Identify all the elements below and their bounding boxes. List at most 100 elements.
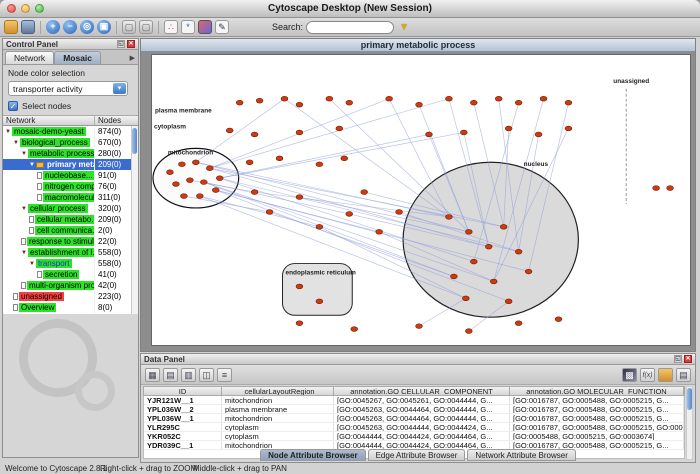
- tab-mosaic[interactable]: Mosaic: [54, 51, 101, 64]
- show-graphics-details-icon[interactable]: ▢: [122, 20, 136, 34]
- network-node[interactable]: [173, 182, 180, 187]
- network-column-header[interactable]: Network: [3, 116, 95, 125]
- network-node[interactable]: [212, 188, 219, 193]
- save-session-icon[interactable]: [21, 20, 35, 34]
- network-node[interactable]: [336, 126, 343, 131]
- table-row[interactable]: YPL036W__1mitochondrion[GO:0045263, GO:0…: [144, 414, 684, 423]
- network-node[interactable]: [326, 96, 333, 101]
- table-row[interactable]: YJR121W__1mitochondrion[GO:0045267, GO:0…: [144, 396, 684, 405]
- network-node[interactable]: [386, 96, 393, 101]
- network-node[interactable]: [500, 224, 507, 229]
- open-session-icon[interactable]: [4, 20, 18, 34]
- tree-row[interactable]: ▼mosaic-demo-yeast874(0): [3, 126, 138, 137]
- filter-funnel-icon[interactable]: ▼: [397, 22, 411, 33]
- network-node[interactable]: [416, 324, 423, 329]
- float-panel-icon[interactable]: ◱: [674, 355, 682, 363]
- zoom-window-button[interactable]: [35, 4, 44, 13]
- network-node[interactable]: [200, 180, 207, 185]
- network-node[interactable]: [485, 244, 492, 249]
- close-button[interactable]: [7, 4, 16, 13]
- tree-row[interactable]: secretion41(0): [3, 269, 138, 280]
- network-node[interactable]: [226, 128, 233, 133]
- network-node[interactable]: [180, 194, 187, 199]
- tree-row[interactable]: nucleobase...91(0): [3, 170, 138, 181]
- zoom-selected-icon[interactable]: ◎: [80, 20, 94, 34]
- tree-expand-icon[interactable]: ▼: [21, 206, 27, 212]
- unselect-attributes-icon[interactable]: ▤: [163, 368, 178, 382]
- network-canvas[interactable]: plasma membranecytoplasmmitochondrionnuc…: [151, 54, 691, 346]
- tab-edge-attribute-browser[interactable]: Edge Attribute Browser: [368, 449, 466, 461]
- tab-node-attribute-browser[interactable]: Node Attribute Browser: [260, 449, 366, 461]
- network-node[interactable]: [396, 210, 403, 215]
- network-node[interactable]: [266, 210, 273, 215]
- network-node[interactable]: [346, 100, 353, 105]
- tree-expand-icon[interactable]: ▼: [5, 129, 11, 135]
- tree-row[interactable]: ▼establishment of l...558(0): [3, 247, 138, 258]
- vizmapper-icon[interactable]: [198, 20, 212, 34]
- network-node[interactable]: [351, 327, 358, 332]
- network-node[interactable]: [565, 100, 572, 105]
- minimize-button[interactable]: [21, 4, 30, 13]
- delete-entry-icon[interactable]: ≡: [217, 368, 232, 382]
- tree-scrollbar-thumb[interactable]: [132, 128, 137, 154]
- network-node[interactable]: [525, 269, 532, 274]
- tree-expand-icon[interactable]: ▼: [21, 151, 27, 157]
- network-node[interactable]: [341, 156, 348, 161]
- network-node[interactable]: [256, 98, 263, 103]
- network-node[interactable]: [276, 156, 283, 161]
- network-node[interactable]: [179, 162, 186, 167]
- network-node[interactable]: [316, 162, 323, 167]
- tree-row[interactable]: cellular metabo...209(0): [3, 214, 138, 225]
- network-node[interactable]: [515, 321, 522, 326]
- network-node[interactable]: [192, 160, 199, 165]
- network-node[interactable]: [495, 96, 502, 101]
- network-node[interactable]: [246, 160, 253, 165]
- network-node[interactable]: [186, 178, 193, 183]
- network-node[interactable]: [206, 166, 213, 171]
- network-node[interactable]: [540, 96, 547, 101]
- hide-graphics-details-icon[interactable]: ▢: [139, 20, 153, 34]
- network-node[interactable]: [667, 186, 674, 191]
- network-node[interactable]: [465, 329, 472, 334]
- column-header[interactable]: ID: [144, 387, 222, 395]
- network-node[interactable]: [236, 100, 243, 105]
- close-panel-icon[interactable]: ✕: [127, 40, 135, 48]
- network-node[interactable]: [505, 126, 512, 131]
- tree-row[interactable]: ▼biological_process670(0): [3, 137, 138, 148]
- zoom-out-icon[interactable]: −: [63, 20, 77, 34]
- network-node[interactable]: [281, 96, 288, 101]
- network-node[interactable]: [296, 130, 303, 135]
- network-node[interactable]: [470, 100, 477, 105]
- apply-layout-icon[interactable]: *: [181, 20, 195, 34]
- network-node[interactable]: [470, 259, 477, 264]
- function-builder-icon[interactable]: f(x): [640, 368, 655, 382]
- search-input[interactable]: [306, 21, 394, 34]
- network-node[interactable]: [296, 102, 303, 107]
- annotation-icon[interactable]: ✎: [215, 20, 229, 34]
- network-node[interactable]: [316, 299, 323, 304]
- network-node[interactable]: [446, 96, 453, 101]
- new-network-icon[interactable]: ∴: [164, 20, 178, 34]
- network-edge[interactable]: [200, 196, 320, 227]
- tab-overflow-icon[interactable]: ▶: [130, 54, 138, 64]
- network-node[interactable]: [296, 195, 303, 200]
- select-nodes-checkbox[interactable]: ✓: [8, 101, 18, 111]
- table-row[interactable]: YLR295Ccytoplasm[GO:0045263, GO:0044444,…: [144, 423, 684, 432]
- table-row[interactable]: YPL036W__2plasma membrane[GO:0045263, GO…: [144, 405, 684, 414]
- tree-expand-icon[interactable]: ▼: [21, 250, 27, 256]
- paint-cells-icon[interactable]: ▩: [622, 368, 637, 382]
- network-node[interactable]: [450, 274, 457, 279]
- tree-row[interactable]: cell communica...2(0): [3, 225, 138, 236]
- tree-expand-icon[interactable]: ▼: [29, 162, 35, 168]
- network-node[interactable]: [416, 102, 423, 107]
- select-attributes-icon[interactable]: ▦: [145, 368, 160, 382]
- column-header[interactable]: annotation.GO MOLECULAR_FUNCTION: [510, 387, 684, 395]
- nodes-column-header[interactable]: Nodes: [95, 116, 138, 125]
- tree-row[interactable]: ▼transport558(0): [3, 258, 138, 269]
- tree-row[interactable]: ▼primary metab...209(0): [3, 159, 138, 170]
- column-header[interactable]: annotation.GO CELLULAR_COMPONENT: [334, 387, 510, 395]
- network-node[interactable]: [251, 132, 258, 137]
- column-header[interactable]: _cellularLayoutRegion: [222, 387, 334, 395]
- network-node[interactable]: [653, 186, 660, 191]
- tree-row[interactable]: macromolecule...311(0): [3, 192, 138, 203]
